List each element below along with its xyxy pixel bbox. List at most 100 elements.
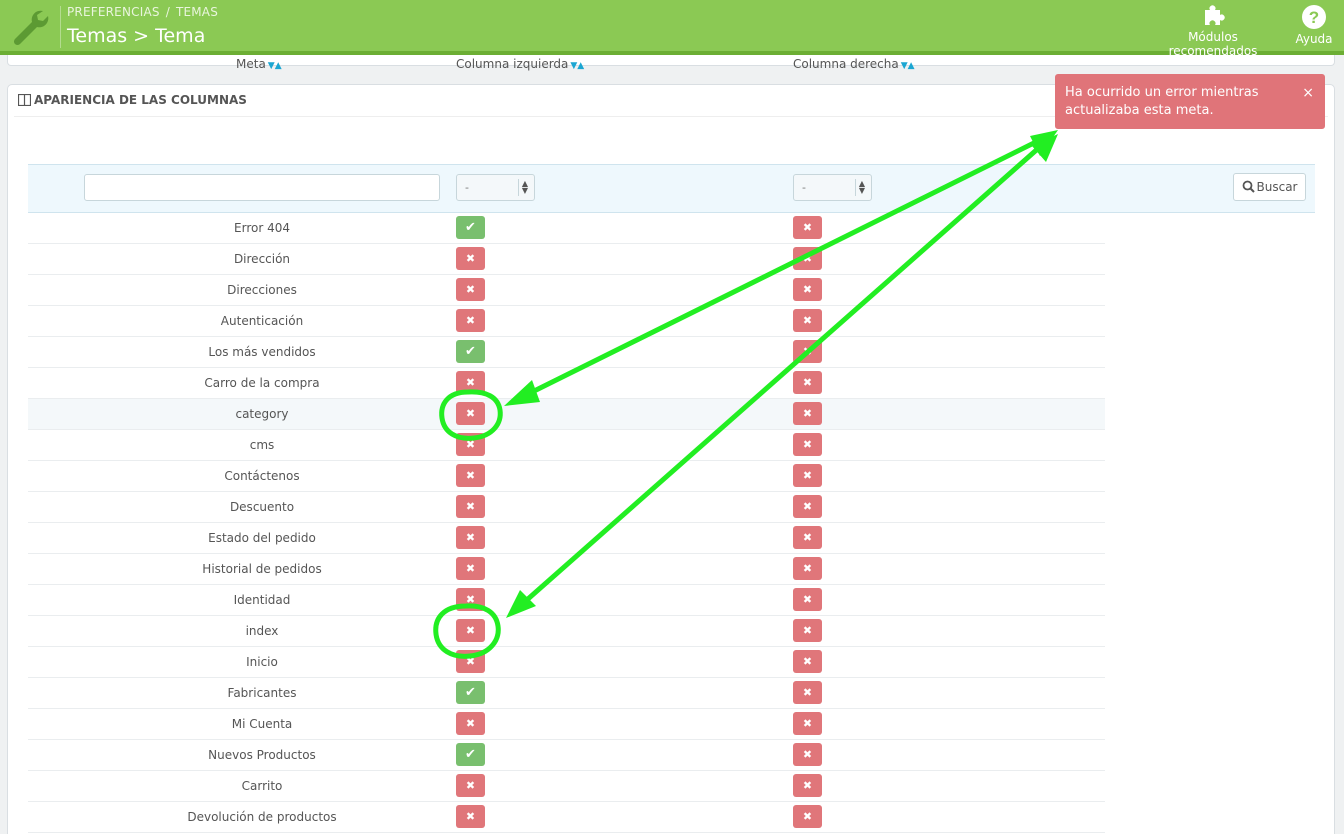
search-button[interactable]: Buscar (1233, 173, 1306, 201)
right-column-toggle[interactable]: ✖ (793, 619, 822, 642)
right-column-toggle[interactable]: ✖ (793, 340, 822, 363)
right-column-toggle[interactable]: ✖ (793, 557, 822, 580)
left-column-toggle[interactable]: ✖ (456, 464, 485, 487)
top-header: PREFERENCIAS / TEMAS Temas > Tema Módulos … (0, 0, 1344, 58)
x-icon: ✖ (465, 252, 476, 265)
left-column-toggle[interactable]: ✖ (456, 495, 485, 518)
right-column-toggle[interactable]: ✖ (793, 681, 822, 704)
left-column-toggle[interactable]: ✖ (456, 650, 485, 673)
breadcrumb-preferencias[interactable]: PREFERENCIAS (67, 5, 160, 19)
meta-name: index (245, 624, 279, 638)
x-icon: ✖ (465, 314, 476, 327)
right-column-toggle[interactable]: ✖ (793, 650, 822, 673)
puzzle-icon (1205, 5, 1225, 25)
check-icon: ✔ (465, 344, 476, 359)
right-column-toggle[interactable]: ✖ (793, 743, 822, 766)
x-icon: ✖ (802, 562, 813, 575)
left-column-toggle[interactable]: ✖ (456, 619, 485, 642)
x-icon: ✖ (465, 810, 476, 823)
left-column-toggle[interactable]: ✖ (456, 557, 485, 580)
left-column-toggle[interactable]: ✖ (456, 402, 485, 425)
recommended-modules-button[interactable]: Módulos recomendados (1142, 4, 1284, 58)
column-header-left[interactable]: Columna izquierda ▼▲ (456, 57, 584, 71)
right-column-toggle[interactable]: ✖ (793, 805, 822, 828)
right-column-toggle[interactable]: ✖ (793, 309, 822, 332)
error-alert-message: Ha ocurrido un error mientras actualizab… (1065, 85, 1259, 118)
right-column-toggle[interactable]: ✖ (793, 712, 822, 735)
table-row: Descuento ✖ ✖ (28, 492, 1105, 523)
sort-arrows-icon[interactable]: ▼▲ (268, 61, 282, 71)
x-icon: ✖ (802, 345, 813, 358)
left-column-toggle[interactable]: ✖ (456, 774, 485, 797)
meta-name: Descuento (229, 500, 295, 514)
right-column-toggle[interactable]: ✖ (793, 526, 822, 549)
meta-name: Dirección (233, 252, 291, 266)
table-row: category ✖ ✖ (28, 399, 1105, 430)
right-column-toggle[interactable]: ✖ (793, 247, 822, 270)
x-icon: ✖ (802, 717, 813, 730)
breadcrumb: PREFERENCIAS / TEMAS (67, 5, 218, 19)
sort-arrows-icon[interactable]: ▼▲ (901, 61, 915, 71)
sort-arrows-icon[interactable]: ▼▲ (570, 61, 584, 71)
meta-name: Carro de la compra (204, 376, 320, 390)
left-column-toggle[interactable]: ✖ (456, 805, 485, 828)
x-icon: ✖ (802, 283, 813, 296)
right-column-toggle[interactable]: ✖ (793, 588, 822, 611)
left-column-toggle[interactable]: ✖ (456, 526, 485, 549)
meta-name: Los más vendidos (208, 345, 316, 359)
check-icon: ✔ (465, 685, 476, 700)
column-header-meta[interactable]: Meta ▼▲ (236, 57, 282, 71)
right-column-toggle[interactable]: ✖ (793, 774, 822, 797)
table-row: Carrito ✖ ✖ (28, 771, 1105, 802)
meta-name: Inicio (246, 655, 278, 669)
help-button[interactable]: ? Ayuda (1292, 4, 1336, 46)
table-row: Los más vendidos ✔ ✖ (28, 337, 1105, 368)
x-icon: ✖ (465, 562, 476, 575)
question-circle-icon: ? (1302, 5, 1326, 29)
meta-name: Fabricantes (227, 686, 297, 700)
left-column-toggle[interactable]: ✖ (456, 278, 485, 301)
table-row: Direcciones ✖ ✖ (28, 275, 1105, 306)
left-column-toggle[interactable]: ✔ (456, 216, 485, 239)
left-column-toggle[interactable]: ✔ (456, 681, 485, 704)
left-column-toggle[interactable]: ✖ (456, 712, 485, 735)
select-arrows-icon: ▲ ▼ (518, 179, 531, 196)
left-column-toggle[interactable]: ✖ (456, 371, 485, 394)
right-column-filter-select[interactable]: - ▲ ▼ (793, 174, 872, 201)
x-icon: ✖ (465, 717, 476, 730)
close-icon[interactable]: × (1302, 84, 1314, 102)
page-title: Temas > Tema (67, 25, 206, 47)
table-row: Estado del pedido ✖ ✖ (28, 523, 1105, 554)
left-column-toggle[interactable]: ✔ (456, 340, 485, 363)
left-column-toggle[interactable]: ✖ (456, 433, 485, 456)
left-column-toggle[interactable]: ✖ (456, 309, 485, 332)
meta-name: Estado del pedido (208, 531, 316, 545)
meta-name: Devolución de productos (187, 810, 337, 824)
right-column-toggle[interactable]: ✖ (793, 433, 822, 456)
x-icon: ✖ (802, 686, 813, 699)
right-column-toggle[interactable]: ✖ (793, 402, 822, 425)
right-column-toggle[interactable]: ✖ (793, 278, 822, 301)
right-column-toggle[interactable]: ✖ (793, 495, 822, 518)
meta-filter-input[interactable] (84, 174, 440, 201)
right-column-toggle[interactable]: ✖ (793, 371, 822, 394)
right-column-toggle[interactable]: ✖ (793, 464, 822, 487)
left-column-toggle[interactable]: ✔ (456, 743, 485, 766)
left-column-toggle[interactable]: ✖ (456, 247, 485, 270)
left-column-toggle[interactable]: ✖ (456, 588, 485, 611)
x-icon: ✖ (802, 779, 813, 792)
x-icon: ✖ (802, 438, 813, 451)
x-icon: ✖ (802, 531, 813, 544)
meta-name: Historial de pedidos (202, 562, 322, 576)
meta-name: Identidad (233, 593, 291, 607)
check-icon: ✔ (465, 747, 476, 762)
previous-panel (7, 55, 1335, 66)
x-icon: ✖ (465, 593, 476, 606)
right-column-toggle[interactable]: ✖ (793, 216, 822, 239)
error-alert: Ha ocurrido un error mientras actualizab… (1055, 74, 1325, 129)
meta-name: Contáctenos (224, 469, 300, 483)
breadcrumb-temas[interactable]: TEMAS (176, 5, 218, 19)
x-icon: ✖ (465, 283, 476, 296)
left-column-filter-select[interactable]: - ▲ ▼ (456, 174, 535, 201)
column-header-right[interactable]: Columna derecha ▼▲ (793, 57, 915, 71)
